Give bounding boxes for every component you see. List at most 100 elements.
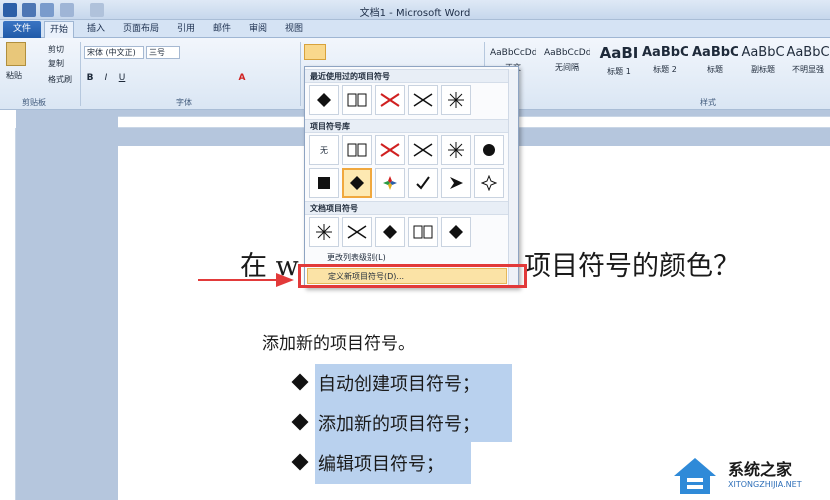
- style-name: 标题: [707, 65, 723, 74]
- recent-bullet-book[interactable]: [342, 85, 372, 115]
- library-bullet-star[interactable]: [474, 168, 504, 198]
- document-bullet-snowflake[interactable]: [309, 217, 339, 247]
- menu-scrollbar[interactable]: [508, 69, 518, 285]
- watermark-name: 系统之家: [728, 460, 793, 479]
- style-sample: AaBbCcDd: [544, 48, 590, 58]
- watermark-url: XITONGZHIJIA.NET: [728, 480, 802, 489]
- scissors-icon: [380, 93, 400, 107]
- style-name: 副标题: [751, 65, 775, 74]
- library-bullet-four-diamond[interactable]: [375, 168, 405, 198]
- style-sample: AaBbCcDd: [490, 48, 536, 58]
- copy-button[interactable]: 复制: [48, 58, 64, 69]
- style-sample: AaBbC: [786, 45, 830, 60]
- paste-button[interactable]: 粘贴: [6, 70, 22, 81]
- snowflake-icon: [316, 224, 332, 240]
- group-separator: [80, 42, 81, 106]
- style-name: 无间隔: [555, 63, 579, 72]
- underline-button[interactable]: U: [116, 72, 128, 86]
- library-bullet-square[interactable]: [309, 168, 339, 198]
- diamond-bullet-icon: [383, 225, 397, 239]
- arrowhead-icon: [450, 177, 463, 189]
- style-name: 标题 1: [607, 67, 631, 76]
- scissors-icon: [380, 143, 400, 157]
- tab-review[interactable]: 审阅: [242, 21, 274, 38]
- paste-icon[interactable]: [6, 42, 26, 66]
- scissors-icon: [347, 225, 367, 239]
- document-bullet-diamond-2[interactable]: [441, 217, 471, 247]
- watermark: 系统之家 XITONGZHIJIA.NET: [672, 452, 830, 500]
- bold-button[interactable]: B: [84, 72, 96, 86]
- tab-mailings[interactable]: 邮件: [206, 21, 238, 38]
- filled-circle-icon: [483, 144, 495, 156]
- style-sample: AaBI: [599, 44, 639, 62]
- document-bullet-scissors[interactable]: [342, 217, 372, 247]
- recent-bullets-header: 最近使用过的项目符号: [305, 69, 518, 83]
- bullet-library-header: 项目符号库: [305, 119, 518, 133]
- style-title[interactable]: AaBbC 标题: [692, 42, 738, 90]
- library-bullet-scissors[interactable]: [408, 135, 438, 165]
- style-sample: AaBbC: [692, 45, 738, 60]
- style-name: 标题 2: [653, 65, 677, 74]
- recent-bullet-scissors[interactable]: [408, 85, 438, 115]
- doc-intro: 添加新的项目符号。: [262, 334, 415, 354]
- tab-view[interactable]: 视图: [278, 21, 310, 38]
- tab-insert[interactable]: 插入: [80, 21, 112, 38]
- library-bullet-snowflake[interactable]: [441, 135, 471, 165]
- highlight-frame: [298, 264, 527, 288]
- red-arrow-icon: [198, 273, 294, 287]
- style-subtle-emphasis[interactable]: AaBbC 不明显强: [786, 42, 830, 90]
- library-bullet-book[interactable]: [342, 135, 372, 165]
- style-subtitle[interactable]: AaBbC 副标题: [740, 42, 786, 90]
- style-no-spacing[interactable]: AaBbCcDd 无间隔: [544, 42, 590, 90]
- bullets-button[interactable]: [304, 44, 326, 60]
- diamond-bullet-icon: [317, 93, 331, 107]
- title-bar: 文档1 - Microsoft Word: [0, 0, 830, 20]
- vertical-ruler[interactable]: [0, 128, 16, 500]
- scissors-icon: [413, 93, 433, 107]
- cut-button[interactable]: 剪切: [48, 44, 64, 55]
- font-name-combo[interactable]: 宋体 (中文正): [84, 46, 144, 59]
- tab-home[interactable]: 开始: [44, 21, 74, 38]
- bullet-item: 自动创建项目符号；: [318, 374, 480, 395]
- book-icon: [413, 225, 433, 239]
- document-bullet-diamond[interactable]: [375, 217, 405, 247]
- library-bullet-arrowhead[interactable]: [441, 168, 471, 198]
- font-group-label: 字体: [176, 98, 192, 107]
- tab-page-layout[interactable]: 页面布局: [116, 21, 166, 38]
- document-bullets-header: 文档项目符号: [305, 201, 518, 215]
- tab-references[interactable]: 引用: [170, 21, 202, 38]
- book-icon: [347, 143, 367, 157]
- snowflake-icon: [448, 142, 464, 158]
- style-name: 不明显强: [792, 65, 824, 74]
- recent-bullet-snowflake[interactable]: [441, 85, 471, 115]
- ribbon-tabs: 文件 开始 插入 页面布局 引用 邮件 审阅 视图: [0, 20, 830, 38]
- bullet-item: 编辑项目符号；: [318, 454, 444, 475]
- font-size-combo[interactable]: 三号: [146, 46, 180, 59]
- snowflake-icon: [448, 92, 464, 108]
- diamond-bullet-icon: [449, 225, 463, 239]
- document-bullet-book[interactable]: [408, 217, 438, 247]
- recent-bullet-scissors-red[interactable]: [375, 85, 405, 115]
- library-bullet-checkmark[interactable]: [408, 168, 438, 198]
- styles-group-label: 样式: [700, 98, 716, 107]
- style-heading-2[interactable]: AaBbC 标题 2: [642, 42, 688, 90]
- bullet-none[interactable]: 无: [309, 135, 339, 165]
- none-label: 无: [320, 145, 328, 155]
- library-bullet-scissors-red[interactable]: [375, 135, 405, 165]
- tab-file[interactable]: 文件: [3, 21, 41, 38]
- recent-bullet-diamond[interactable]: [309, 85, 339, 115]
- diamond-bullet-icon: [350, 176, 364, 190]
- bullet-library-menu: 最近使用过的项目符号 项目符号库 无 文档项目符号 更改列表级别(L) 定义新项…: [304, 66, 519, 288]
- four-diamond-icon: [383, 176, 397, 190]
- italic-button[interactable]: I: [100, 72, 112, 86]
- font-color-button[interactable]: A: [236, 72, 248, 86]
- bullet-item: 添加新的项目符号；: [318, 414, 480, 435]
- library-bullet-circle[interactable]: [474, 135, 504, 165]
- style-sample: AaBbC: [741, 45, 785, 60]
- style-heading-1[interactable]: AaBI 标题 1: [596, 42, 642, 90]
- format-painter-button[interactable]: 格式刷: [48, 74, 72, 85]
- library-bullet-diamond[interactable]: [342, 168, 372, 198]
- clipboard-group-label: 剪贴板: [22, 98, 46, 107]
- group-separator: [300, 42, 301, 106]
- house-logo-icon: [674, 458, 716, 494]
